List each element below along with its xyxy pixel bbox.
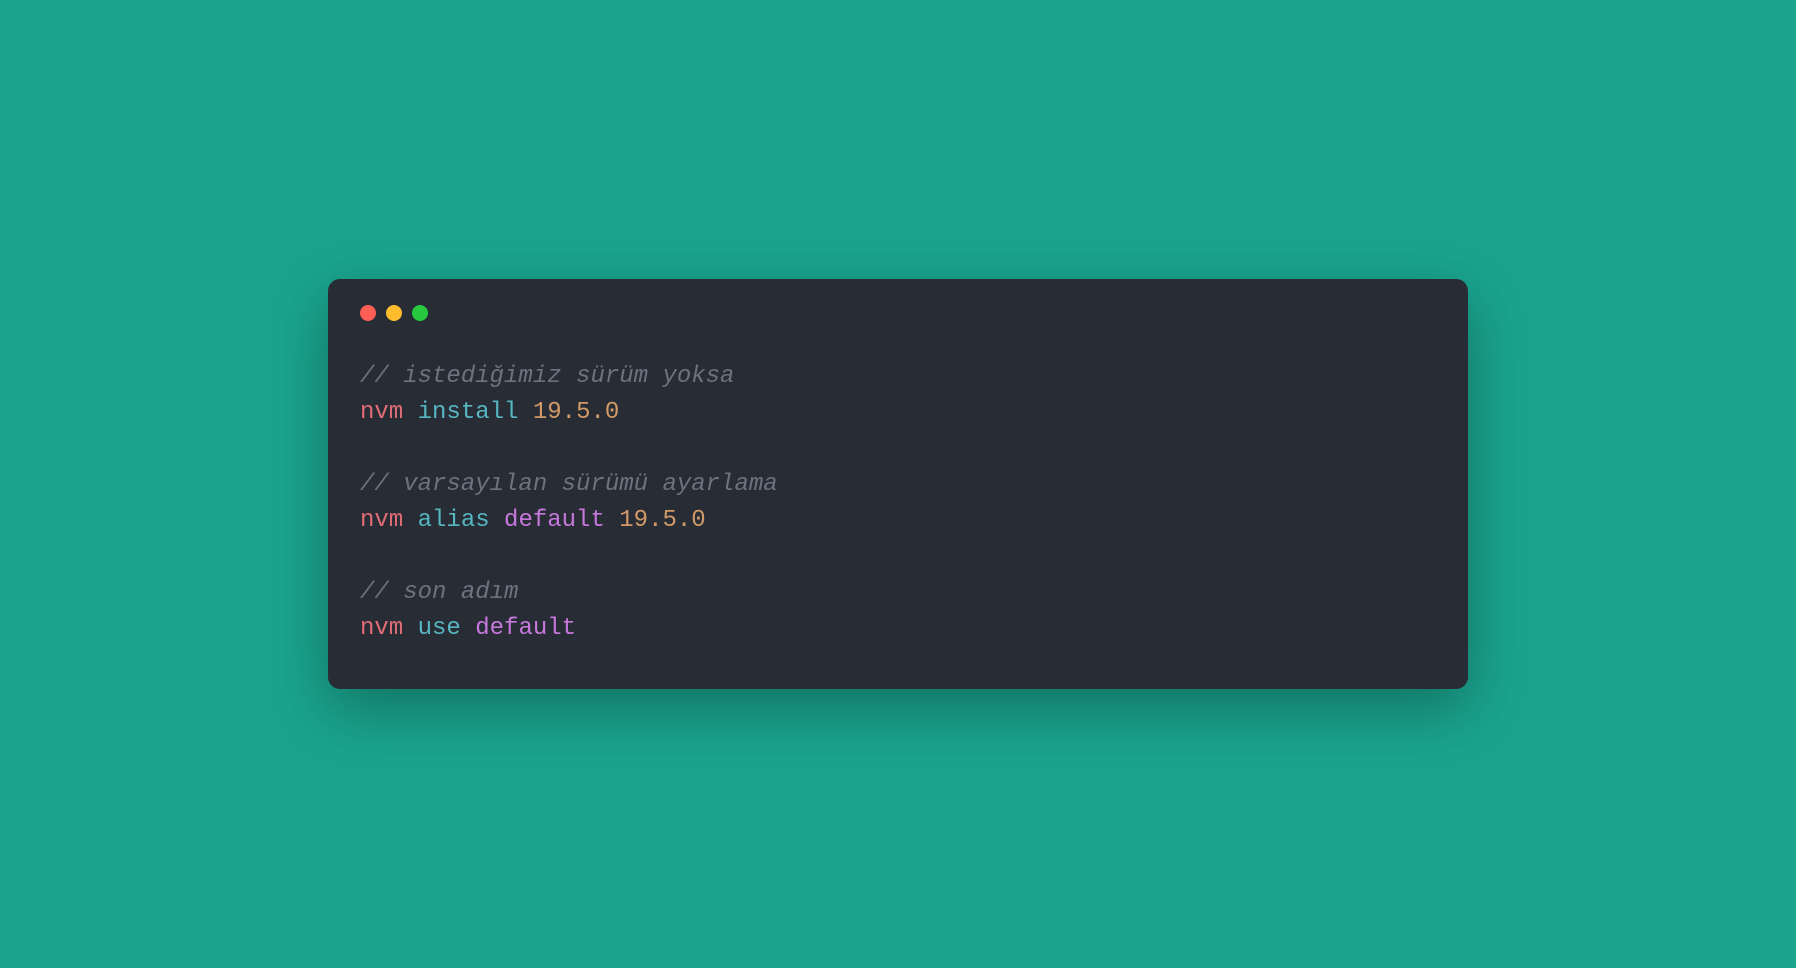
code-token	[461, 615, 475, 642]
code-token: nvm	[360, 615, 403, 642]
close-icon[interactable]	[360, 305, 376, 321]
terminal-window: // istediğimiz sürüm yoksanvm install 19…	[328, 279, 1468, 689]
code-token: install	[418, 399, 519, 426]
code-block: // varsayılan sürümü ayarlamanvm alias d…	[360, 467, 1436, 539]
code-token: nvm	[360, 507, 403, 534]
maximize-icon[interactable]	[412, 305, 428, 321]
code-token	[518, 399, 532, 426]
code-token: use	[418, 615, 461, 642]
code-token	[403, 507, 417, 534]
code-line: nvm install 19.5.0	[360, 395, 1436, 431]
code-token	[605, 507, 619, 534]
code-token: default	[504, 507, 605, 534]
code-line: nvm use default	[360, 611, 1436, 647]
code-token	[403, 615, 417, 642]
code-comment: // son adım	[360, 575, 1436, 611]
code-content: // istediğimiz sürüm yoksanvm install 19…	[360, 359, 1436, 647]
code-block: // son adımnvm use default	[360, 575, 1436, 647]
code-line: nvm alias default 19.5.0	[360, 503, 1436, 539]
window-titlebar	[360, 305, 1436, 321]
code-token: 19.5.0	[533, 399, 619, 426]
minimize-icon[interactable]	[386, 305, 402, 321]
code-token: default	[475, 615, 576, 642]
code-token: alias	[418, 507, 490, 534]
code-comment: // varsayılan sürümü ayarlama	[360, 467, 1436, 503]
code-block: // istediğimiz sürüm yoksanvm install 19…	[360, 359, 1436, 431]
code-token: nvm	[360, 399, 403, 426]
code-token	[403, 399, 417, 426]
code-token	[490, 507, 504, 534]
code-comment: // istediğimiz sürüm yoksa	[360, 359, 1436, 395]
code-token: 19.5.0	[619, 507, 705, 534]
